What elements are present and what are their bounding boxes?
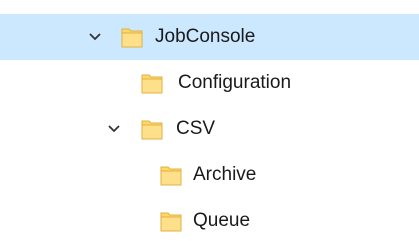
tree-item-configuration[interactable]: Configuration <box>0 60 419 106</box>
tree-item-csv[interactable]: CSV <box>0 106 419 152</box>
tree-item-label: Configuration <box>178 72 292 93</box>
folder-icon <box>141 74 163 94</box>
tree-item-queue[interactable]: Queue <box>0 198 419 241</box>
tree-item-label: Queue <box>193 210 251 231</box>
folder-icon <box>141 120 163 140</box>
folder-icon <box>121 28 143 48</box>
chevron-down-icon[interactable] <box>107 122 121 136</box>
tree-item-jobconsole[interactable]: JobConsole <box>0 14 419 60</box>
tree-item-label: JobConsole <box>155 26 256 47</box>
tree-item-label: CSV <box>176 118 216 139</box>
chevron-down-icon[interactable] <box>88 30 102 44</box>
folder-icon <box>160 212 182 232</box>
tree-item-label: Archive <box>193 164 257 185</box>
folder-icon <box>160 166 182 186</box>
tree-item-archive[interactable]: Archive <box>0 152 419 198</box>
folder-tree: JobConsole Configuration CSV Archive Que… <box>0 0 419 241</box>
